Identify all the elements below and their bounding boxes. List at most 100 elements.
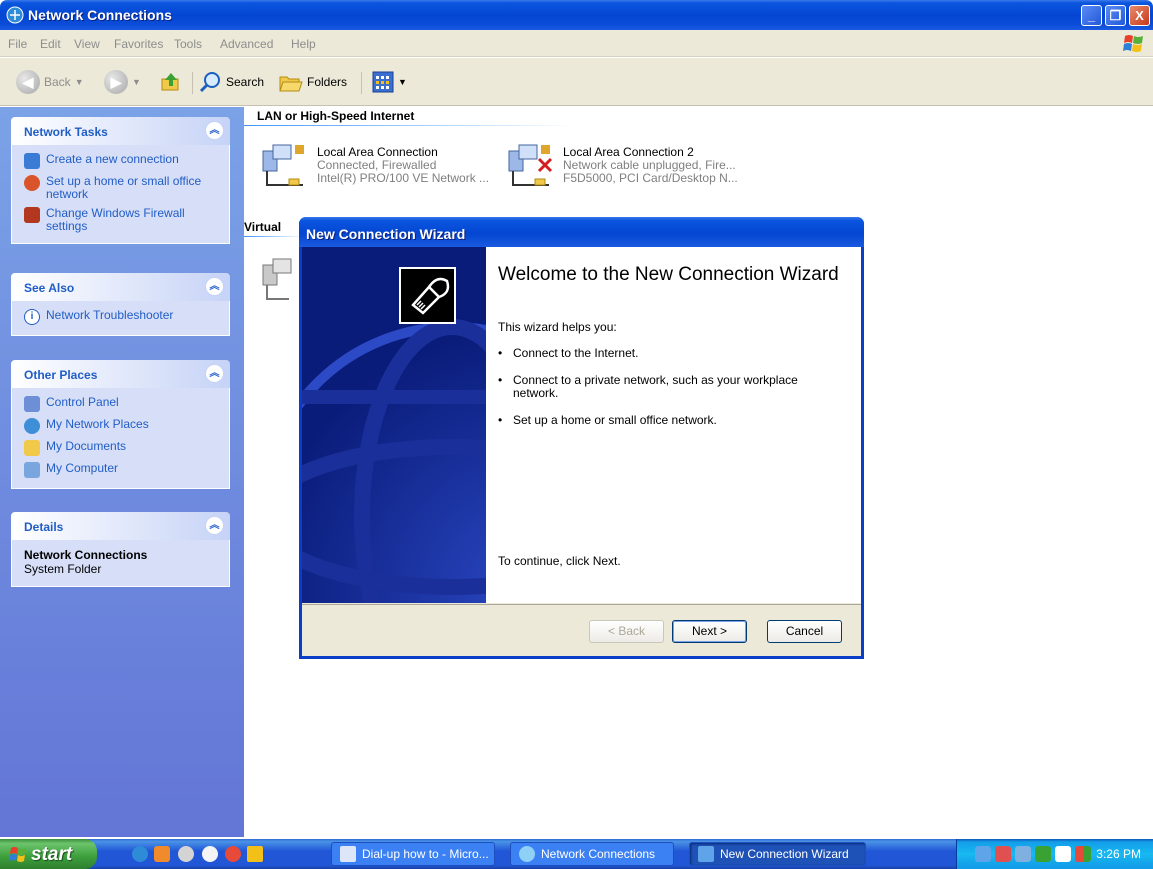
wizard-intro: This wizard helps you: [498, 320, 617, 334]
windows-logo-icon [1123, 35, 1143, 52]
forward-arrow-icon: ▶ [104, 70, 128, 94]
create-new-connection-link[interactable]: Create a new connection [24, 153, 219, 169]
wizard-welcome-page: Welcome to the New Connection Wizard Thi… [486, 247, 861, 603]
task-pane: Network Tasks ︽ Create a new connection … [0, 107, 244, 837]
taskbar-item-new-connection-wizard[interactable]: New Connection Wizard [689, 842, 866, 866]
window-titlebar[interactable]: Network Connections _ ❐ X [0, 0, 1153, 30]
globe-watermark-icon [302, 247, 486, 603]
my-computer-link[interactable]: My Computer [24, 462, 219, 478]
search-button[interactable]: Search [198, 68, 264, 96]
collapse-chevron-icon[interactable]: ︽ [205, 277, 224, 296]
folders-icon [279, 76, 303, 92]
taskbar-item-network-connections[interactable]: Network Connections [510, 842, 674, 866]
details-item-type: System Folder [24, 562, 102, 576]
connection-item[interactable]: Local Area Connection 2 Network cable un… [505, 141, 745, 191]
menu-help[interactable]: Help [291, 37, 316, 51]
maximize-button[interactable]: ❐ [1105, 5, 1126, 26]
wizard-bullet: Set up a home or small office network. [498, 414, 838, 428]
network-connections-icon [6, 6, 24, 24]
cancel-button[interactable]: Cancel [767, 620, 842, 643]
up-folder-button[interactable] [160, 68, 182, 96]
search-icon [199, 72, 220, 93]
network-troubleshooter-link[interactable]: i Network Troubleshooter [24, 309, 219, 325]
minimize-button[interactable]: _ [1081, 5, 1102, 26]
network-tray-icon[interactable] [1015, 846, 1031, 862]
link-label: My Documents [46, 439, 127, 453]
my-documents-link[interactable]: My Documents [24, 440, 219, 456]
next-button[interactable]: Next > [672, 620, 747, 643]
media-player-icon[interactable] [202, 846, 218, 862]
back-button[interactable]: ◀ Back ▼ [16, 68, 84, 96]
outlook-icon[interactable] [154, 846, 170, 862]
forward-button[interactable]: ▶ ▼ [104, 68, 141, 96]
details-header[interactable]: Details ︽ [11, 512, 230, 540]
up-folder-icon [161, 73, 179, 91]
back-dropdown-icon[interactable]: ▼ [75, 77, 84, 87]
details-body: Network Connections System Folder [11, 540, 230, 587]
collapse-chevron-icon[interactable]: ︽ [205, 121, 224, 140]
back-label: Back [44, 75, 71, 89]
volume-tray-icon[interactable] [1055, 846, 1071, 862]
details-item-name: Network Connections [24, 548, 148, 562]
word-document-icon [340, 846, 356, 862]
menu-favorites[interactable]: Favorites [114, 37, 163, 51]
see-also-title: See Also [24, 281, 75, 295]
other-places-panel: Other Places ︽ Control Panel My Network … [11, 360, 230, 489]
menu-edit[interactable]: Edit [40, 37, 61, 51]
details-panel: Details ︽ Network Connections System Fol… [11, 512, 230, 587]
views-button[interactable]: ▼ [372, 68, 407, 96]
wizard-title: New Connection Wizard [306, 226, 466, 242]
menu-view[interactable]: View [74, 37, 100, 51]
other-places-header[interactable]: Other Places ︽ [11, 360, 230, 388]
task-label: New Connection Wizard [720, 847, 849, 861]
connection-item[interactable]: Local Area Connection Connected, Firewal… [259, 141, 499, 191]
wizard-divider [302, 604, 861, 605]
internet-explorer-icon[interactable] [132, 846, 148, 862]
see-also-header[interactable]: See Also ︽ [11, 273, 230, 301]
security-tray-icon[interactable] [995, 846, 1011, 862]
my-network-places-link[interactable]: My Network Places [24, 418, 219, 434]
menu-file[interactable]: File [8, 37, 27, 51]
network-tasks-header[interactable]: Network Tasks ︽ [11, 117, 230, 145]
toolbar-separator [192, 72, 193, 94]
folders-button[interactable]: Folders [279, 68, 347, 96]
other-places-title: Other Places [24, 368, 98, 382]
collapse-chevron-icon[interactable]: ︽ [205, 516, 224, 535]
views-dropdown-icon[interactable]: ▼ [398, 77, 407, 87]
group-divider [244, 125, 574, 126]
collapse-chevron-icon[interactable]: ︽ [205, 364, 224, 383]
clock[interactable]: 3:26 PM [1096, 847, 1141, 861]
network-tray-icon[interactable] [975, 846, 991, 862]
setup-home-network-link[interactable]: Set up a home or small office network [24, 175, 219, 201]
toolbar: ◀ Back ▼ ▶ ▼ Search Folders ▼ [0, 58, 1153, 106]
firewall-icon [24, 207, 40, 223]
forward-dropdown-icon[interactable]: ▼ [132, 77, 141, 87]
lan-connection-icon [262, 144, 304, 186]
back-button[interactable]: < Back [589, 620, 664, 643]
taskbar: start Dial-up how to - Micro... Network … [0, 839, 1153, 869]
wizard-titlebar[interactable]: New Connection Wizard [299, 217, 864, 247]
network-shortcut-icon[interactable] [247, 846, 263, 862]
toolbar-separator [361, 72, 362, 94]
menu-tools[interactable]: Tools [174, 37, 202, 51]
taskbar-item-dialup-doc[interactable]: Dial-up how to - Micro... [331, 842, 495, 866]
start-button[interactable]: start [0, 839, 97, 869]
change-firewall-link[interactable]: Change Windows Firewall settings [24, 207, 219, 233]
info-icon: i [24, 309, 40, 325]
group-header-lan: LAN or High-Speed Internet [257, 109, 415, 123]
link-label: Create a new connection [46, 152, 179, 166]
network-cable-icon [399, 267, 456, 324]
app-icon[interactable] [225, 846, 241, 862]
wizard-bullet: Connect to the Internet. [498, 347, 838, 361]
close-button[interactable]: X [1129, 5, 1150, 26]
app-tray-icon[interactable] [1035, 846, 1051, 862]
control-panel-link[interactable]: Control Panel [24, 396, 219, 412]
my-computer-icon [24, 462, 40, 478]
connection-labels: Local Area Connection 2 Network cable un… [563, 146, 738, 185]
browser-icon[interactable] [178, 846, 194, 862]
menu-advanced[interactable]: Advanced [220, 37, 273, 51]
link-label: My Computer [46, 461, 119, 475]
new-connection-icon [24, 153, 40, 169]
flag-tray-icon[interactable] [1075, 846, 1091, 862]
search-label: Search [226, 75, 265, 89]
